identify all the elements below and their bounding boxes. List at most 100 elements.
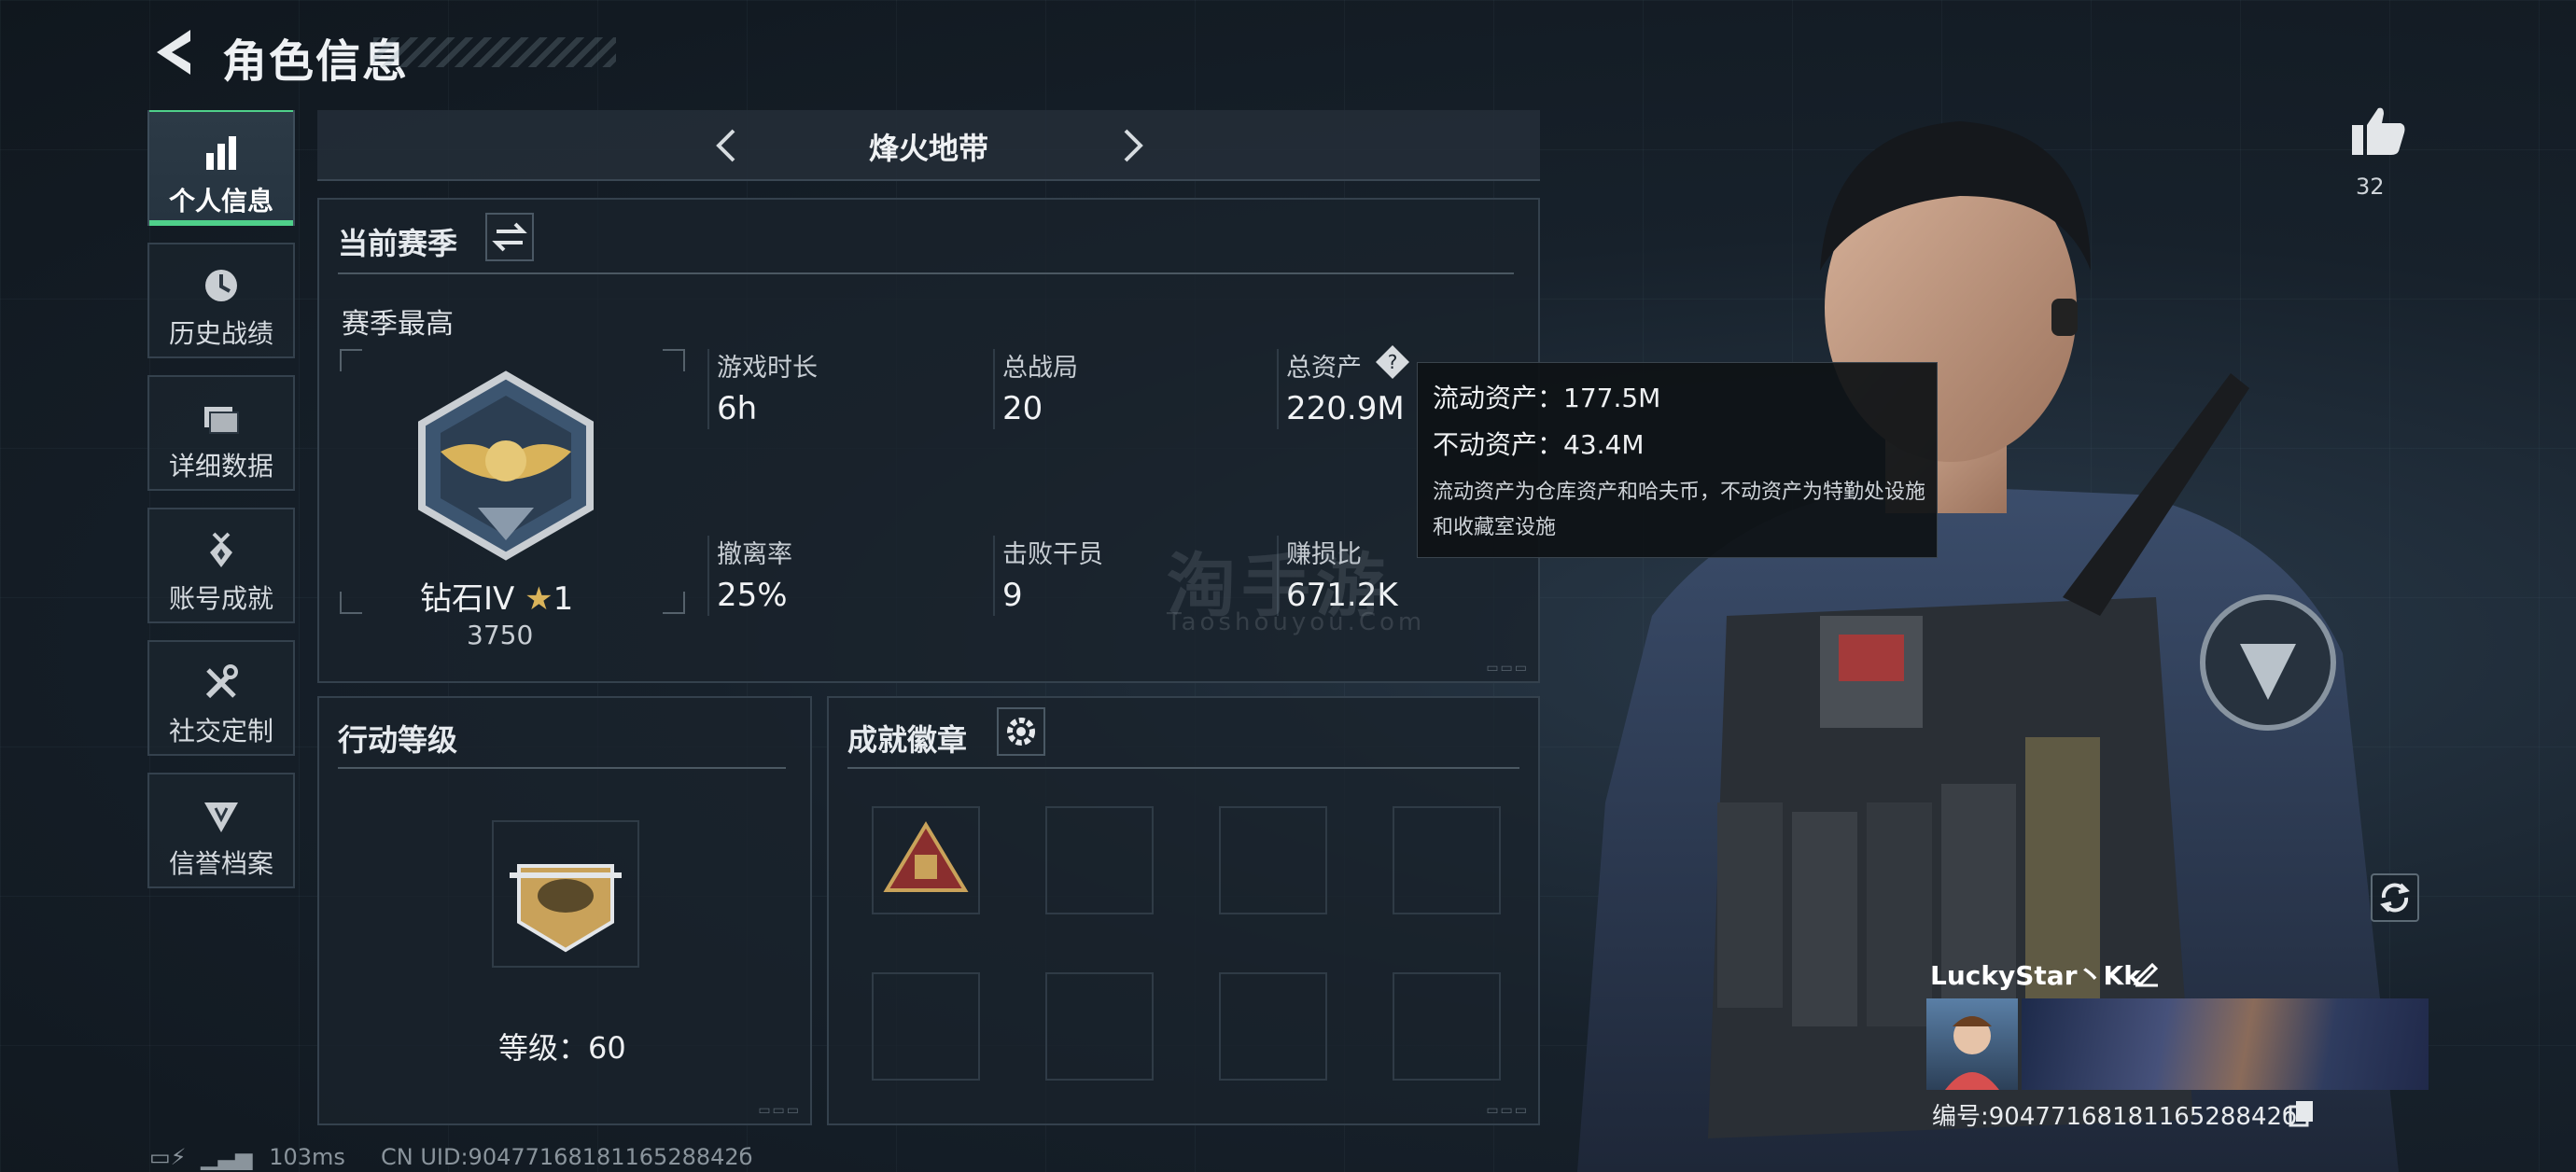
title-decoration — [373, 37, 616, 67]
action-level-value: 等级：60 — [498, 1030, 626, 1066]
sidebar-item-personal-info[interactable]: 个人信息 — [147, 110, 295, 226]
action-level-title: 行动等级 — [338, 722, 458, 758]
avatar-portrait-icon — [1945, 1016, 1999, 1090]
sidebar-item-history[interactable]: 历史战绩 — [147, 243, 295, 358]
sidebar-item-social-custom[interactable]: 社交定制 — [147, 640, 295, 756]
sidebar-item-reputation[interactable]: 信誉档案 — [147, 773, 295, 888]
next-mode-arrow-icon[interactable] — [1116, 127, 1150, 164]
sidebar-item-label: 详细数据 — [168, 451, 273, 481]
helicopter-level-badge-icon — [492, 820, 639, 968]
assets-help-button[interactable]: ? — [1374, 343, 1411, 381]
stat-value-kills: 9 — [1002, 577, 1023, 614]
sidebar: 个人信息 历史战绩 详细数据 账号成就 社交定制 信誉档案 — [147, 110, 297, 905]
bar-chart-icon — [206, 136, 236, 170]
badge-slot[interactable] — [1045, 806, 1154, 914]
panel-corner-decoration: ▭▭▭ — [1486, 1103, 1529, 1118]
stat-label-kills: 击败干员 — [1002, 540, 1103, 569]
sidebar-item-label: 历史战绩 — [168, 318, 273, 349]
stat-divider — [707, 349, 709, 429]
season-switch-button[interactable] — [485, 213, 534, 261]
mode-title: 烽火地带 — [868, 131, 988, 166]
frame-corner — [663, 349, 685, 371]
gear-icon — [1007, 718, 1035, 746]
stat-label-playtime: 游戏时长 — [717, 354, 818, 383]
rank-score: 3750 — [467, 620, 534, 650]
season-best-label: 赛季最高 — [342, 308, 454, 341]
stat-value-extraction-rate: 25% — [717, 577, 788, 614]
badge-slot[interactable] — [1393, 806, 1501, 914]
folder-icon — [204, 407, 239, 434]
stat-divider — [993, 536, 995, 616]
badge-slot[interactable] — [1219, 972, 1327, 1081]
action-level-panel: 行动等级 等级：60 ▭▭▭ — [317, 696, 812, 1125]
signal-icon: ▁▃▅ — [201, 1144, 253, 1170]
tooltip-note: 流动资产为仓库资产和哈夫币，不动资产为特勤处设施和收藏室设施 — [1433, 481, 1926, 539]
refresh-icon — [2380, 883, 2410, 913]
name-card-banner — [2022, 998, 2429, 1090]
achievements-panel: 成就徽章 ▭▭▭ — [827, 696, 1540, 1125]
edit-pencil-icon[interactable] — [2132, 957, 2162, 987]
sidebar-item-achievements[interactable]: 账号成就 — [147, 508, 295, 623]
copy-icon[interactable] — [2289, 1099, 2315, 1127]
stat-label-total-assets: 总资产 — [1286, 354, 1362, 383]
stat-value-total-matches: 20 — [1002, 390, 1043, 427]
mode-selector: 烽火地带 — [317, 110, 1540, 181]
medal-icon — [210, 532, 232, 567]
sidebar-item-label: 账号成就 — [168, 583, 273, 614]
stat-value-playtime: 6h — [717, 390, 758, 427]
battery-icon: ▭⚡ — [149, 1144, 187, 1170]
tools-icon — [205, 664, 238, 699]
sidebar-item-label: 个人信息 — [168, 186, 273, 216]
panel-divider — [338, 272, 1514, 274]
refresh-button[interactable] — [2371, 873, 2419, 922]
frame-corner — [340, 592, 362, 614]
stat-divider — [993, 349, 995, 429]
stat-value-total-assets: 220.9M — [1286, 390, 1405, 427]
star-icon: ★ — [525, 580, 553, 618]
assets-tooltip: 流动资产：177.5M 不动资产：43.4M 流动资产为仓库资产和哈夫币，不动资… — [1417, 362, 1938, 558]
player-name-card: LuckyStar丶Kk — [1921, 952, 2432, 1092]
diamond-rank-emblem-icon — [418, 370, 594, 561]
like-count: 32 — [2356, 174, 2385, 200]
season-title: 当前赛季 — [338, 226, 458, 261]
badge-slot[interactable] — [872, 972, 980, 1081]
back-arrow-icon[interactable] — [149, 26, 198, 78]
sidebar-item-detailed-data[interactable]: 详细数据 — [147, 375, 295, 491]
achievements-title: 成就徽章 — [847, 722, 968, 758]
history-clock-icon — [205, 270, 237, 301]
stat-label-total-matches: 总战局 — [1002, 354, 1078, 383]
panel-divider — [847, 767, 1519, 769]
thumbs-up-icon[interactable] — [2350, 105, 2406, 157]
avatar[interactable] — [1926, 998, 2018, 1090]
badge-slot[interactable] — [1393, 972, 1501, 1081]
watermark-sub: Taoshouyou.Com — [1167, 608, 1426, 636]
question-diamond-icon: ? — [1376, 345, 1409, 379]
sidebar-item-label: 社交定制 — [168, 716, 273, 746]
svg-text:?: ? — [1388, 351, 1398, 373]
achievements-settings-button[interactable] — [997, 707, 1045, 756]
badge-slot[interactable] — [1045, 972, 1154, 1081]
ping-value: 103ms — [269, 1144, 345, 1170]
status-bar: ▭⚡ ▁▃▅ 103ms — [149, 1144, 345, 1170]
status-uid: CN UID:9047716818116528842б — [381, 1144, 753, 1170]
rank-tier: 钻石IV — [420, 580, 515, 618]
badge-slot[interactable] — [872, 806, 980, 914]
swap-arrows-icon — [492, 222, 527, 252]
stat-divider — [1277, 349, 1279, 429]
player-id: 编号:9047716818116528842б — [1932, 1103, 2298, 1131]
achievement-badge-icon — [883, 821, 969, 892]
tooltip-fixed-assets: 不动资产：43.4M — [1433, 429, 1645, 460]
panel-corner-decoration: ▭▭▭ — [1486, 661, 1529, 676]
sidebar-item-label: 信誉档案 — [168, 848, 273, 879]
panel-divider — [338, 767, 786, 769]
reputation-icon — [204, 802, 238, 832]
stat-divider — [707, 536, 709, 616]
frame-corner — [340, 349, 362, 371]
panel-corner-decoration: ▭▭▭ — [758, 1103, 801, 1118]
player-name: LuckyStar丶Kk — [1930, 960, 2141, 991]
stat-label-extraction-rate: 撤离率 — [717, 540, 792, 569]
rank-stars: 1 — [553, 580, 574, 618]
rank-name: 钻石IV ★1 — [420, 573, 573, 619]
tooltip-liquid-assets: 流动资产：177.5M — [1433, 383, 1661, 413]
badge-slot[interactable] — [1219, 806, 1327, 914]
